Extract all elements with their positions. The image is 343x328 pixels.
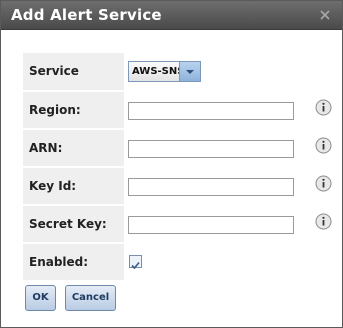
close-icon[interactable]: [318, 8, 332, 22]
secret-key-label: Secret Key:: [23, 206, 124, 242]
dialog-title: Add Alert Service: [11, 6, 162, 24]
info-icon[interactable]: [315, 213, 332, 230]
add-alert-service-dialog: Add Alert Service Service Name: AWS-SNS …: [0, 0, 343, 328]
enabled-label: Enabled:: [23, 244, 124, 280]
arn-input[interactable]: [128, 140, 294, 158]
region-input[interactable]: [128, 102, 294, 120]
dialog-titlebar[interactable]: Add Alert Service: [1, 1, 342, 30]
service-name-value: AWS-SNS: [132, 66, 185, 77]
info-icon[interactable]: [315, 137, 332, 154]
enabled-checkbox[interactable]: [129, 255, 142, 270]
region-label: Region:: [23, 92, 124, 128]
info-icon[interactable]: [315, 175, 332, 192]
key-id-input[interactable]: [128, 178, 294, 196]
service-name-label: Service Name:: [23, 53, 124, 115]
secret-key-input[interactable]: [128, 216, 294, 234]
check-icon: [131, 261, 140, 270]
service-name-select[interactable]: AWS-SNS: [128, 61, 201, 82]
ok-button[interactable]: OK: [25, 285, 56, 311]
chevron-down-icon[interactable]: [179, 62, 200, 81]
cancel-button[interactable]: Cancel: [65, 285, 116, 311]
info-icon[interactable]: [315, 99, 332, 116]
key-id-label: Key Id:: [23, 168, 124, 204]
arn-label: ARN:: [23, 130, 124, 166]
